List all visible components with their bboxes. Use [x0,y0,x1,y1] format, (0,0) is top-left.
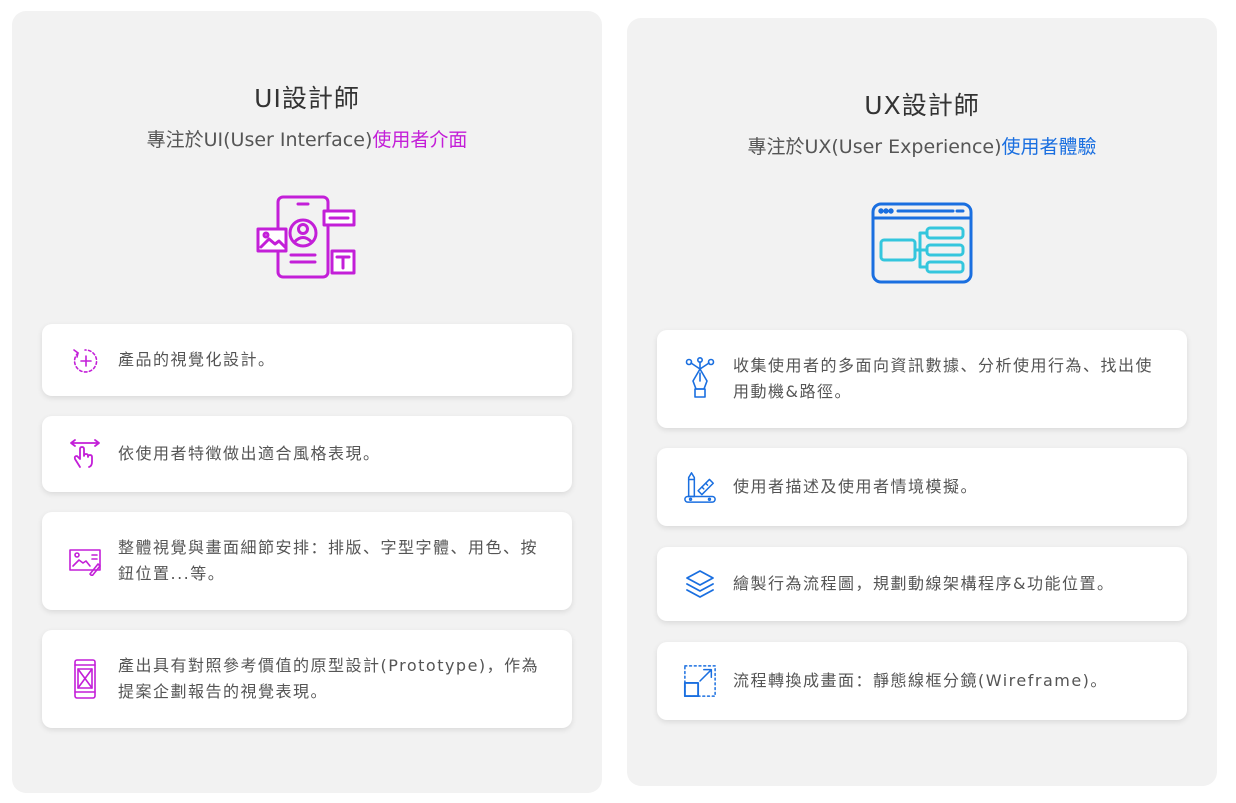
ux-item-1: 收集使用者的多面向資訊數據、分析使用行為、找出使用動機&路徑。 [657,330,1187,428]
layers-icon [683,567,717,601]
mobile-ui-elements-icon [254,193,360,287]
ux-item-1-text: 收集使用者的多面向資訊數據、分析使用行為、找出使用動機&路徑。 [733,356,1154,401]
ui-item-2-text: 依使用者特徵做出適合風格表現。 [118,444,381,463]
image-layout-icon [68,544,102,578]
ux-item-4: 流程轉換成畫面：靜態線框分鏡(Wireframe)。 [657,642,1187,720]
ui-subtitle-prefix: 專注於UI(User Interface) [146,129,373,151]
ux-subtitle-accent: 使用者體驗 [1001,136,1097,158]
ui-item-1-text: 產品的視覺化設計。 [118,350,276,369]
ui-item-3: 整體視覺與畫面細節安排：排版、字型字體、用色、按鈕位置...等。 [42,512,572,610]
swipe-gesture-icon [68,437,102,471]
design-tools-icon [683,470,717,504]
ui-panel-title: UI設計師 [254,84,360,113]
ux-panel-title: UX設計師 [864,91,980,120]
ui-item-4-text: 產出具有對照參考價值的原型設計(Prototype)，作為提案企劃報告的視覺表現… [118,656,540,701]
browser-flowchart-icon [869,200,975,290]
ui-designer-panel: UI設計師 專注於UI(User Interface)使用者介面 產品的視覺化設… [12,11,602,793]
ux-item-2-text: 使用者描述及使用者情境模擬。 [733,477,979,496]
prototype-phone-icon [68,659,102,699]
ui-item-1: 產品的視覺化設計。 [42,324,572,396]
ux-item-3-text: 繪製行為流程圖，規劃動線架構程序&功能位置。 [733,574,1115,593]
ui-panel-subtitle: 專注於UI(User Interface)使用者介面 [12,125,602,152]
ux-item-2: 使用者描述及使用者情境模擬。 [657,448,1187,526]
visual-design-icon [68,343,102,377]
ux-designer-panel: UX設計師 專注於UX(User Experience)使用者體驗 收集使用者的… [627,18,1217,786]
ui-item-2: 依使用者特徵做出適合風格表現。 [42,416,572,492]
ux-panel-subtitle: 專注於UX(User Experience)使用者體驗 [627,132,1217,159]
ui-item-3-text: 整體視覺與畫面細節安排：排版、字型字體、用色、按鈕位置...等。 [118,538,539,583]
pen-nodes-icon [683,357,717,398]
ui-subtitle-accent: 使用者介面 [372,129,468,151]
ux-subtitle-prefix: 專注於UX(User Experience) [747,136,1002,158]
ux-item-4-text: 流程轉換成畫面：靜態線框分鏡(Wireframe)。 [733,671,1108,690]
ux-item-3: 繪製行為流程圖，規劃動線架構程序&功能位置。 [657,547,1187,621]
ui-item-4: 產出具有對照參考價值的原型設計(Prototype)，作為提案企劃報告的視覺表現… [42,630,572,728]
resize-frame-icon [683,664,717,698]
